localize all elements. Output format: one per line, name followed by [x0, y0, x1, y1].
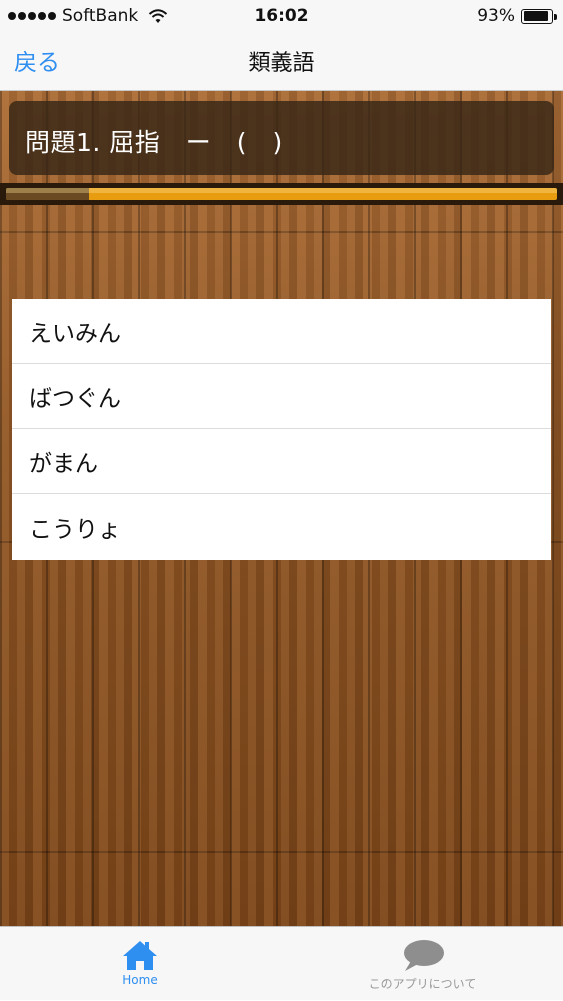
- question-text: 問題1. 屈指 ー ( ): [25, 128, 283, 157]
- answer-option-4[interactable]: こうりょ: [12, 494, 551, 560]
- status-right: 93%: [477, 6, 557, 26]
- speech-bubble-icon: [403, 940, 444, 971]
- question-box: 問題1. 屈指 ー ( ): [9, 101, 554, 175]
- answer-option-3[interactable]: がまん: [12, 429, 551, 494]
- page-title: 類義語: [248, 51, 315, 76]
- quiz-content: 問題1. 屈指 ー ( ) えいみん ばつぐん がまん こうりょ: [0, 91, 563, 926]
- home-icon: [123, 941, 157, 970]
- battery-fill: [523, 11, 549, 21]
- answer-list: えいみん ばつぐん がまん こうりょ: [12, 299, 551, 560]
- answer-option-1[interactable]: えいみん: [12, 299, 551, 364]
- tab-home-label: Home: [122, 973, 158, 987]
- progress-fill: [6, 188, 89, 200]
- navigation-bar: 戻る 類義語: [0, 34, 563, 91]
- answer-option-2[interactable]: ばつぐん: [12, 364, 551, 429]
- tab-about-app[interactable]: このアプリについて: [340, 927, 505, 1001]
- status-bar: SoftBank 16:02 93%: [0, 0, 563, 34]
- battery-icon: [521, 8, 557, 24]
- tab-bar: Home このアプリについて: [0, 926, 563, 1000]
- progress-bar: [0, 183, 563, 205]
- tab-home[interactable]: Home: [80, 927, 200, 1001]
- battery-percentage: 93%: [477, 6, 515, 26]
- tab-about-label: このアプリについて: [368, 977, 477, 991]
- progress-track: [6, 188, 557, 200]
